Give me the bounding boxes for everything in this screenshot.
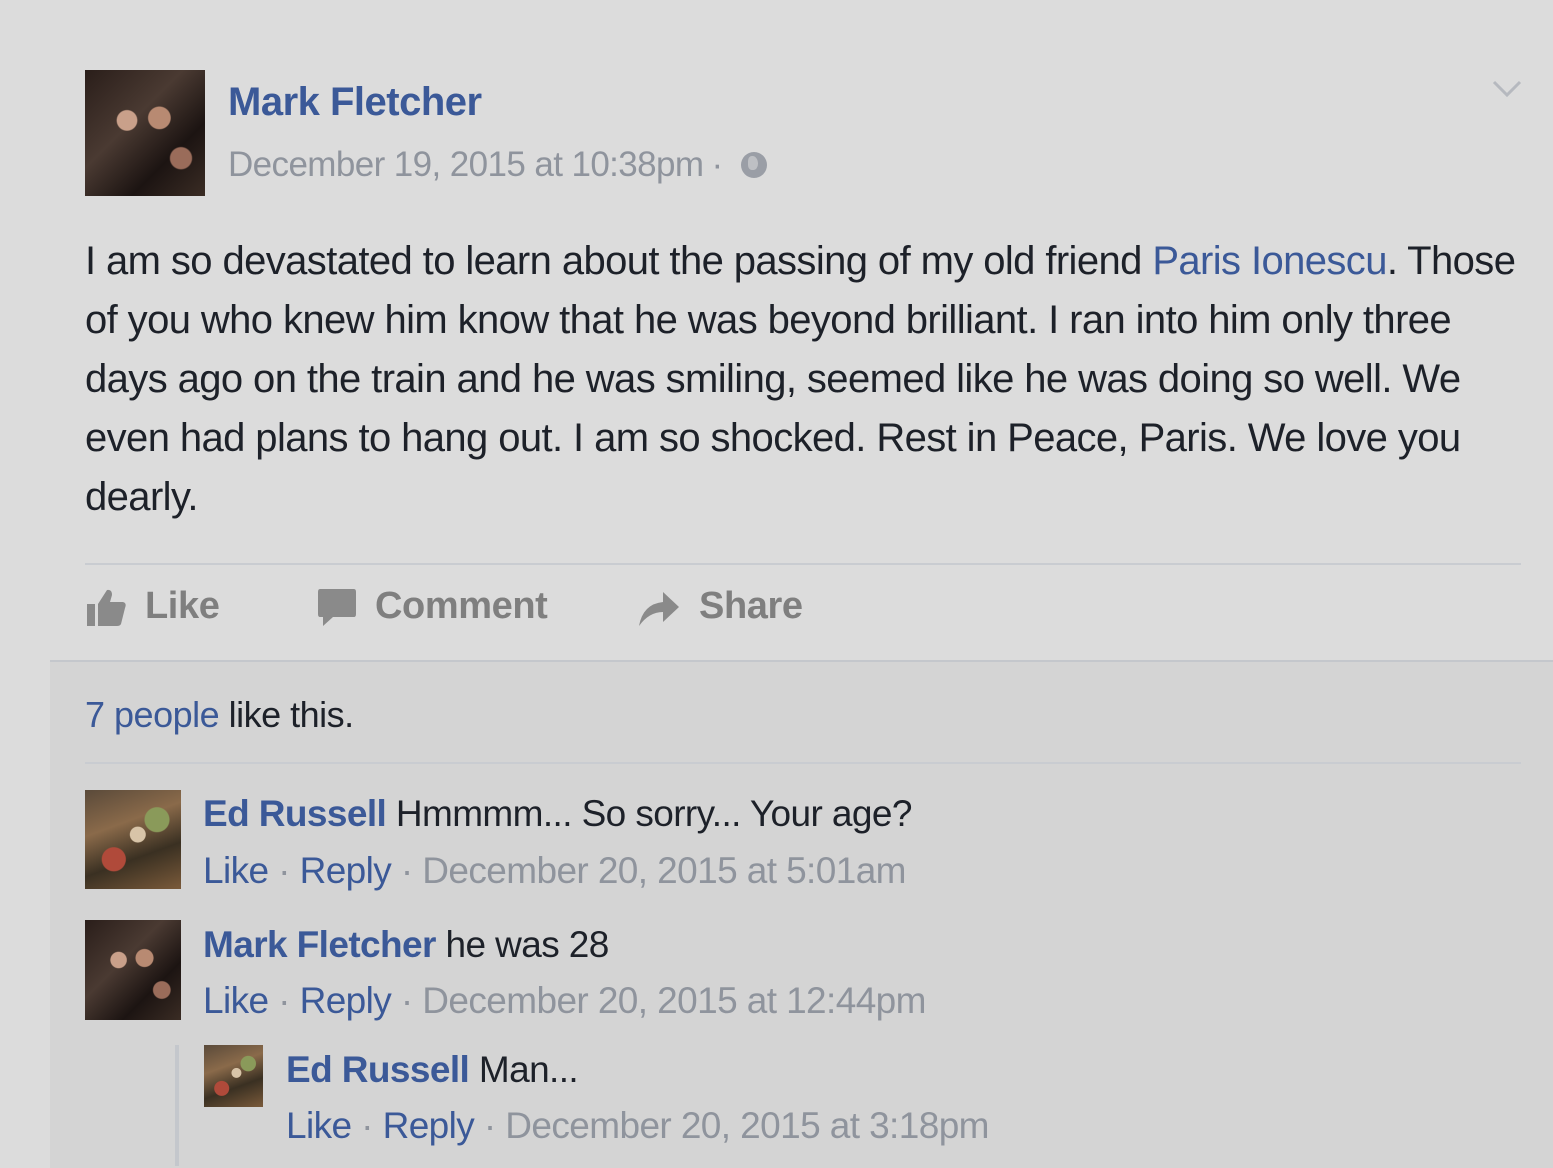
speech-bubble-icon — [318, 588, 356, 626]
comment-text-line: Mark Fletcher he was 28 — [203, 924, 609, 966]
comment-text-line: Ed Russell Hmmmm... So sorry... Your age… — [203, 793, 912, 835]
share-arrow-icon — [639, 591, 679, 626]
like-button-label: Like — [145, 585, 220, 627]
facebook-post: Mark Fletcher December 19, 2015 at 10:38… — [0, 0, 1553, 1168]
comment-text: Hmmmm... So sorry... Your age? — [386, 793, 913, 834]
chevron-down-icon[interactable] — [1492, 80, 1522, 98]
comment-timestamp[interactable]: December 20, 2015 at 12:44pm — [422, 980, 926, 1021]
comment-author[interactable]: Mark Fletcher — [203, 924, 436, 965]
reply-avatar[interactable] — [204, 1045, 263, 1107]
reply-timestamp[interactable]: December 20, 2015 at 3:18pm — [505, 1105, 989, 1146]
meta-separator: · — [711, 145, 723, 184]
post-text-period: . — [1386, 239, 1398, 283]
comment-timestamp[interactable]: December 20, 2015 at 5:01am — [422, 850, 906, 891]
comments-divider — [85, 762, 1521, 764]
actions-divider — [85, 563, 1521, 565]
reply-text: Man... — [469, 1049, 579, 1090]
thumbs-up-icon — [87, 589, 126, 626]
reply-like-link[interactable]: Like — [286, 1105, 352, 1146]
post-body: I am so devastated to learn about the pa… — [85, 232, 1525, 527]
reply-reply-link[interactable]: Reply — [383, 1105, 475, 1146]
post-author-name[interactable]: Mark Fletcher — [228, 80, 482, 125]
author-avatar[interactable] — [85, 70, 205, 196]
likes-summary: 7 people like this. — [85, 694, 354, 736]
mention-link[interactable]: Paris Ionescu — [1152, 239, 1387, 283]
like-button[interactable]: Like — [85, 585, 220, 628]
globe-icon[interactable] — [740, 152, 767, 178]
share-button-label: Share — [699, 585, 803, 627]
comment-reply-link[interactable]: Reply — [300, 980, 392, 1021]
comment-author[interactable]: Ed Russell — [203, 793, 387, 834]
likes-count-link[interactable]: 7 people — [85, 694, 220, 735]
share-button[interactable]: Share — [637, 585, 803, 628]
reply-thread-line — [175, 1045, 179, 1166]
comment-button[interactable]: Comment — [317, 585, 548, 628]
post-timestamp[interactable]: December 19, 2015 at 10:38pm — [228, 145, 704, 185]
post-meta: December 19, 2015 at 10:38pm · — [228, 145, 767, 185]
comment-reply-link[interactable]: Reply — [300, 850, 392, 891]
reply-author[interactable]: Ed Russell — [286, 1049, 470, 1090]
likes-summary-suffix: like this. — [219, 694, 355, 735]
reply-meta: Like · Reply · December 20, 2015 at 3:18… — [286, 1105, 989, 1146]
comment-avatar[interactable] — [85, 920, 181, 1020]
comment-button-label: Comment — [375, 585, 548, 627]
comment-meta: Like · Reply · December 20, 2015 at 12:4… — [203, 980, 926, 1021]
comment-text: he was 28 — [435, 924, 609, 965]
comment-avatar[interactable] — [85, 790, 181, 889]
comment-like-link[interactable]: Like — [203, 850, 269, 891]
comments-section — [50, 660, 1553, 1168]
comment-meta: Like · Reply · December 20, 2015 at 5:01… — [203, 850, 906, 891]
comment-like-link[interactable]: Like — [203, 980, 269, 1021]
reply-text-line: Ed Russell Man... — [286, 1049, 579, 1091]
post-text-start: I am so devastated to learn about the pa… — [85, 239, 1153, 283]
